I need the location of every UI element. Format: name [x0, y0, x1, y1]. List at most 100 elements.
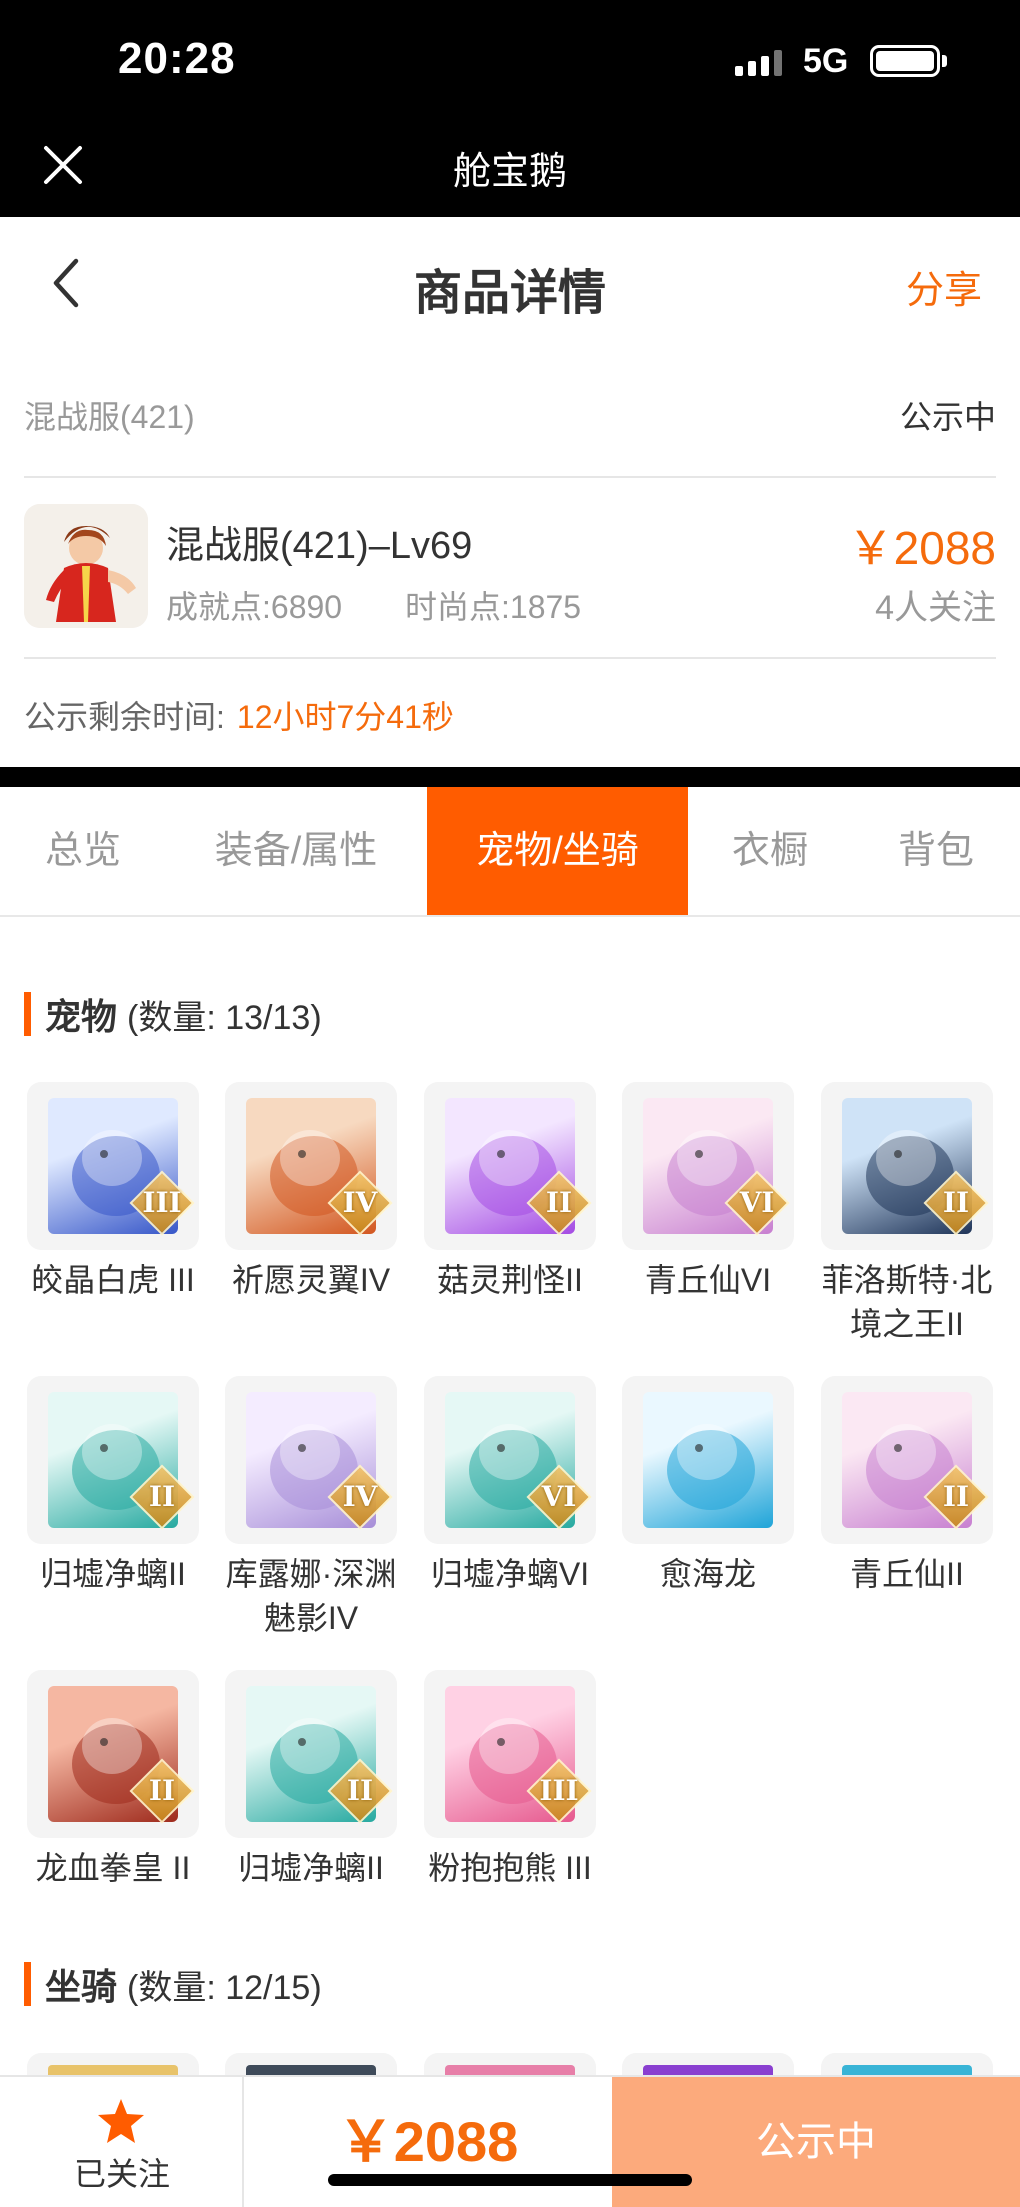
level-badge: IV — [327, 1170, 393, 1236]
pet-thumbnail: VI — [424, 1376, 596, 1544]
listing-status: 公示中 — [899, 399, 996, 435]
badge-text: II — [148, 1480, 176, 1513]
app-title: 舱宝鹅 — [452, 151, 567, 193]
countdown: 公示剩余时间: 12小时7分41秒 — [24, 692, 454, 738]
level-badge: III — [526, 1758, 592, 1824]
divider — [24, 657, 996, 659]
tab-wardrobe[interactable]: 衣橱 — [688, 787, 852, 915]
share-link[interactable]: 分享 — [906, 259, 982, 314]
level-badge: II — [526, 1170, 592, 1236]
section-name: 坐骑 — [45, 1966, 118, 2007]
badge-text: IV — [342, 1186, 378, 1219]
follower-count: 4人关注 — [875, 589, 996, 627]
pet-name: 粉抱抱熊 III — [428, 1850, 592, 1886]
pet-name: 龙血拳皇 II — [35, 1850, 191, 1886]
level-badge: II — [129, 1464, 195, 1530]
level-badge: IV — [327, 1464, 393, 1530]
badge-text: III — [142, 1186, 182, 1219]
level-badge: III — [129, 1170, 195, 1236]
mounts-section-title: 坐骑 (数量: 12/15) — [24, 1962, 322, 2007]
countdown-label: 公示剩余时间: — [24, 699, 225, 735]
level-badge: II — [923, 1464, 989, 1530]
app-bar: 舱宝鹅 — [0, 120, 1020, 217]
level-badge: II — [327, 1758, 393, 1824]
tab-backpack[interactable]: 背包 — [852, 787, 1020, 915]
pet-name: 归墟净螭II — [40, 1556, 186, 1592]
badge-text: III — [539, 1774, 579, 1807]
badge-text: II — [942, 1186, 970, 1219]
pet-item[interactable]: VI 青丘仙VI — [622, 1082, 794, 1302]
tab-overview[interactable]: 总览 — [0, 787, 166, 915]
pet-item[interactable]: II 归墟净螭II — [27, 1376, 199, 1596]
follow-label: 已关注 — [73, 2156, 170, 2192]
pet-name: 库露娜·深渊魅影IV — [225, 1556, 397, 1636]
section-count: (数量: 13/13) — [127, 998, 322, 1037]
section-count: (数量: 12/15) — [127, 1968, 322, 2007]
tab-pets-mounts[interactable]: 宠物/坐骑 — [427, 787, 688, 915]
character-avatar — [24, 504, 148, 628]
pet-thumbnail: VI — [622, 1082, 794, 1250]
pet-thumbnail — [622, 1376, 794, 1544]
pet-thumbnail: II — [225, 1670, 397, 1838]
detail-tabs: 总览 装备/属性 宠物/坐骑 衣橱 背包 — [0, 787, 1020, 917]
pet-name: 菲洛斯特·北境之王II — [821, 1262, 993, 1342]
countdown-value: 12小时7分41秒 — [236, 699, 454, 735]
server-name: 混战服(421) — [24, 399, 195, 435]
pets-section-title: 宠物 (数量: 13/13) — [24, 992, 322, 1037]
pet-thumbnail: II — [424, 1082, 596, 1250]
section-marker — [24, 992, 31, 1036]
product-name: 混战服(421)–Lv69 — [166, 525, 473, 567]
star-icon — [96, 2097, 146, 2145]
home-indicator — [328, 2174, 692, 2186]
pet-item[interactable]: II 龙血拳皇 II — [27, 1670, 199, 1890]
pet-thumbnail: III — [27, 1082, 199, 1250]
pet-thumbnail: III — [424, 1670, 596, 1838]
pet-name: 菇灵荆怪II — [437, 1262, 583, 1298]
pet-item[interactable]: VI 归墟净螭VI — [424, 1376, 596, 1596]
pet-item[interactable]: II 归墟净螭II — [225, 1670, 397, 1890]
pet-item[interactable]: II 菲洛斯特·北境之王II — [821, 1082, 993, 1346]
pet-item[interactable]: IV 祈愿灵翼IV — [225, 1082, 397, 1302]
pet-item[interactable]: IV 库露娜·深渊魅影IV — [225, 1376, 397, 1640]
pet-thumbnail: II — [821, 1082, 993, 1250]
pet-thumbnail: II — [27, 1670, 199, 1838]
badge-text: II — [942, 1480, 970, 1513]
achievement-points: 成就点:6890 — [166, 589, 343, 625]
tab-equipment[interactable]: 装备/属性 — [166, 787, 426, 915]
pet-name: 愈海龙 — [659, 1556, 756, 1592]
bottom-price: ￥2088 — [337, 2110, 519, 2173]
pet-item[interactable]: III 皎晶白虎 III — [27, 1082, 199, 1302]
page-header: 商品详情 分享 — [0, 217, 1020, 347]
product-price: ￥2088 — [847, 522, 996, 574]
badge-text: VI — [739, 1186, 775, 1219]
section-separator — [0, 767, 1020, 787]
fashion-points: 时尚点:1875 — [405, 589, 582, 625]
follow-button[interactable]: 已关注 — [0, 2077, 244, 2207]
sea-dragon-icon — [643, 1392, 773, 1528]
section-marker — [24, 1962, 31, 2006]
pet-item[interactable]: 愈海龙 — [622, 1376, 794, 1596]
level-badge: VI — [526, 1464, 592, 1530]
pet-item[interactable]: III 粉抱抱熊 III — [424, 1670, 596, 1890]
battery-tip — [942, 55, 947, 67]
badge-text: IV — [342, 1480, 378, 1513]
status-bar: 20:28 5G — [0, 0, 1020, 120]
pet-item[interactable]: II 菇灵荆怪II — [424, 1082, 596, 1302]
network-label: 5G — [803, 42, 849, 80]
badge-text: II — [148, 1774, 176, 1807]
pet-thumbnail: IV — [225, 1082, 397, 1250]
status-time: 20:28 — [118, 34, 236, 83]
pet-name: 青丘仙II — [850, 1556, 964, 1592]
pet-name: 青丘仙VI — [644, 1262, 772, 1298]
level-badge: II — [923, 1170, 989, 1236]
bottom-bar: 已关注 ￥2088 公示中 — [0, 2075, 1020, 2207]
status-button[interactable]: 公示中 — [612, 2077, 1020, 2207]
level-badge: II — [129, 1758, 195, 1824]
section-name: 宠物 — [45, 996, 118, 1037]
page-title: 商品详情 — [413, 267, 606, 320]
badge-text: II — [545, 1186, 573, 1219]
pet-thumbnail: IV — [225, 1376, 397, 1544]
pet-thumbnail: II — [821, 1376, 993, 1544]
badge-text: VI — [541, 1480, 577, 1513]
pet-item[interactable]: II 青丘仙II — [821, 1376, 993, 1596]
